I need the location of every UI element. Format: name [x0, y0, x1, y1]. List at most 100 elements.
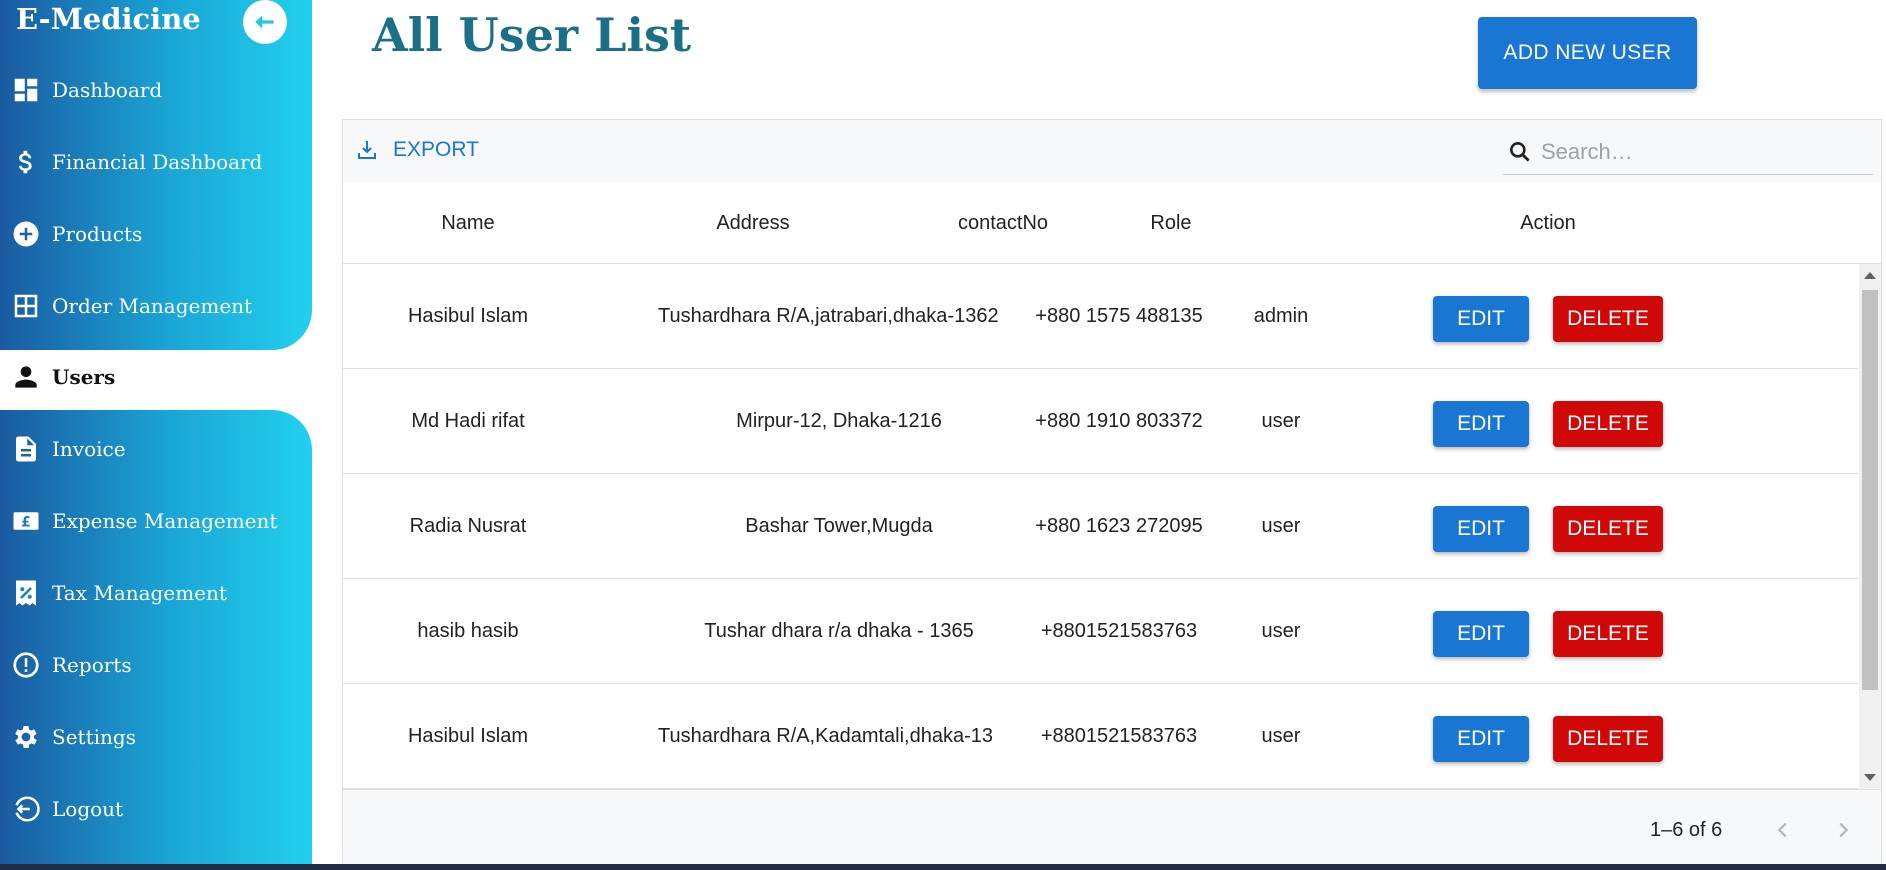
add-circle-icon [0, 204, 52, 264]
chevron-left-icon [1777, 822, 1787, 838]
edit-button[interactable]: EDIT [1433, 296, 1529, 342]
scroll-down-arrow-icon[interactable] [1864, 774, 1876, 781]
cell-address: Tushardhara R/A,jatrabari,dhaka-1362 [658, 305, 999, 327]
user-data-grid: EXPORT Name Address contactNo Role Actio… [342, 119, 1882, 870]
delete-button[interactable]: DELETE [1553, 506, 1663, 552]
sidebar-item-tax-management[interactable]: Tax Management [0, 563, 312, 623]
table-body: Hasibul Islam Tushardhara R/A,jatrabari,… [343, 264, 1858, 789]
previous-page-button[interactable] [1765, 812, 1801, 848]
delete-button[interactable]: DELETE [1553, 611, 1663, 657]
cell-name: Md Hadi rifat [411, 410, 525, 432]
delete-button[interactable]: DELETE [1553, 401, 1663, 447]
cell-role: user [1261, 725, 1301, 747]
sidebar-item-products[interactable]: Products [0, 204, 312, 264]
sidebar-item-label: Tax Management [52, 581, 227, 605]
cell-name: Hasibul Islam [407, 305, 529, 327]
cell-role: user [1261, 620, 1301, 642]
export-label: EXPORT [393, 138, 479, 161]
sidebar-item-expense-management[interactable]: £ Expense Management [0, 491, 312, 551]
arrow-left-icon [255, 15, 274, 29]
dollar-icon [0, 132, 52, 192]
logout-icon [0, 779, 52, 839]
brand-title: E-Medicine [16, 2, 201, 36]
cell-contact: +8801521583763 [1040, 725, 1198, 747]
grid-icon [0, 276, 52, 336]
column-header-role[interactable]: Role [1111, 182, 1231, 264]
svg-text:£: £ [21, 515, 31, 531]
search-input[interactable] [1541, 139, 1861, 165]
search-box [1503, 130, 1873, 175]
scrollbar-thumb[interactable] [1862, 290, 1878, 690]
sidebar-item-label: Products [52, 222, 143, 246]
export-button[interactable]: EXPORT [355, 138, 479, 162]
next-page-button[interactable] [1825, 812, 1861, 848]
cell-role: user [1261, 515, 1301, 537]
sidebar-item-label: Logout [52, 797, 124, 821]
scroll-up-arrow-icon[interactable] [1864, 272, 1876, 279]
add-new-user-button[interactable]: ADD NEW USER [1478, 17, 1697, 89]
column-header-contact[interactable]: contactNo [923, 182, 1083, 264]
sidebar-item-label: Financial Dashboard [52, 150, 263, 174]
table-row[interactable]: Radia Nusrat Bashar Tower,Mugda +880 162… [343, 474, 1858, 579]
sidebar: E-Medicine Dashboard Financial Dashboard… [0, 0, 312, 864]
pound-icon: £ [0, 491, 52, 551]
cell-address: Mirpur-12, Dhaka-1216 [736, 410, 942, 432]
table-row[interactable]: Hasibul Islam Tushardhara R/A,jatrabari,… [343, 264, 1858, 369]
alert-circle-icon [0, 635, 52, 695]
cell-name: Radia Nusrat [409, 515, 527, 537]
delete-button[interactable]: DELETE [1553, 716, 1663, 762]
table-row[interactable]: hasib hasib Tushar dhara r/a dhaka - 136… [343, 579, 1858, 684]
cell-name: Hasibul Islam [407, 725, 529, 747]
grid-footer: 1–6 of 6 [343, 789, 1881, 869]
cell-contact: +880 1623 272095 [1035, 515, 1203, 537]
sidebar-item-label: Expense Management [52, 509, 278, 533]
sidebar-item-label: Invoice [52, 437, 126, 461]
sidebar-item-label: Settings [52, 725, 136, 749]
sidebar-item-dashboard[interactable]: Dashboard [0, 60, 312, 120]
window-bottom-edge [0, 864, 1886, 870]
sidebar-item-label: Reports [52, 653, 132, 677]
sidebar-item-label: Users [52, 365, 116, 389]
pagination-info: 1–6 of 6 [1650, 819, 1723, 841]
sidebar-item-label: Order Management [52, 294, 253, 318]
search-icon [1510, 142, 1530, 162]
edit-button[interactable]: EDIT [1433, 401, 1529, 447]
cell-address: Tushardhara R/A,Kadamtali,dhaka-13 [658, 725, 993, 747]
sidebar-item-financial-dashboard[interactable]: Financial Dashboard [0, 132, 312, 192]
collapse-sidebar-button[interactable] [243, 0, 287, 44]
table-row[interactable]: Hasibul Islam Tushardhara R/A,Kadamtali,… [343, 684, 1858, 789]
column-header-address[interactable]: Address [653, 182, 853, 264]
edit-button[interactable]: EDIT [1433, 506, 1529, 552]
table-row[interactable]: Md Hadi rifat Mirpur-12, Dhaka-1216 +880… [343, 369, 1858, 474]
sidebar-item-settings[interactable]: Settings [0, 707, 312, 767]
sidebar-item-reports[interactable]: Reports [0, 635, 312, 695]
vertical-scrollbar[interactable] [1859, 264, 1881, 789]
grid-toolbar: EXPORT [343, 120, 1881, 182]
cell-address: Bashar Tower,Mugda [745, 515, 933, 537]
sidebar-item-order-management[interactable]: Order Management [0, 276, 312, 336]
gear-icon [0, 707, 52, 767]
chevron-right-icon [1839, 822, 1849, 838]
edit-button[interactable]: EDIT [1433, 611, 1529, 657]
cell-role: admin [1253, 305, 1309, 327]
cell-role: user [1261, 410, 1301, 432]
sidebar-item-users[interactable]: Users [0, 347, 312, 407]
cell-contact: +880 1910 803372 [1035, 410, 1203, 432]
cell-contact: +880 1575 488135 [1035, 305, 1203, 327]
person-icon [0, 347, 52, 407]
cell-contact: +8801521583763 [1040, 620, 1198, 642]
edit-button[interactable]: EDIT [1433, 716, 1529, 762]
dashboard-icon [0, 60, 52, 120]
sidebar-item-invoice[interactable]: Invoice [0, 419, 312, 479]
sidebar-item-label: Dashboard [52, 78, 163, 102]
cell-name: hasib hasib [417, 620, 519, 642]
table-header: Name Address contactNo Role Action [343, 182, 1881, 264]
page-title: All User List [372, 8, 692, 62]
cell-address: Tushar dhara r/a dhaka - 1365 [704, 620, 974, 642]
download-icon [358, 141, 376, 159]
document-icon [0, 419, 52, 479]
column-header-name[interactable]: Name [353, 182, 583, 264]
delete-button[interactable]: DELETE [1553, 296, 1663, 342]
column-header-action[interactable]: Action [1443, 182, 1653, 264]
sidebar-item-logout[interactable]: Logout [0, 779, 312, 839]
